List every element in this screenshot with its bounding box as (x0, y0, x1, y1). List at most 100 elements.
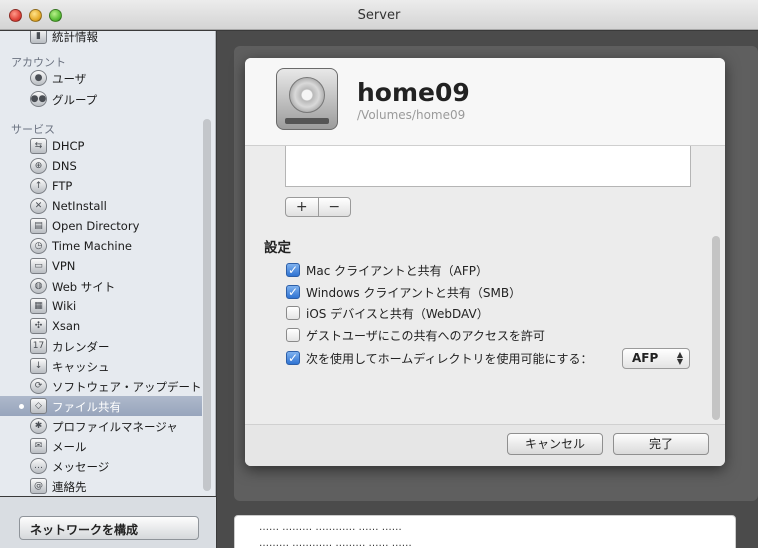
active-dot-icon (19, 404, 24, 409)
home-protocol-select[interactable]: AFP ▲ ▼ (622, 348, 690, 369)
volume-name: home09 (357, 78, 470, 107)
sidebar-header-services: サービス (11, 123, 55, 136)
background-text-line: …… ……… ………… …… …… (259, 522, 402, 533)
file-sharing-icon: ◇ (30, 398, 47, 414)
wiki-icon: ▦ (30, 298, 47, 314)
title-bar: Server (0, 0, 758, 30)
sidebar-item-label: DNS (52, 159, 77, 173)
sidebar-item-wiki[interactable]: ▦ Wiki (0, 296, 202, 316)
sidebar-item-websites[interactable]: ◍ Web サイト (0, 276, 202, 296)
updown-arrows-icon: ▲ ▼ (676, 350, 683, 366)
sidebar-item-users[interactable]: ● ユーザ (0, 68, 202, 88)
sidebar-item-label: キャッシュ (52, 360, 110, 374)
vpn-icon: ▭ (30, 258, 47, 274)
sidebar-item-label: プロファイルマネージャ (52, 420, 178, 434)
sidebar-item-label: NetInstall (52, 199, 107, 213)
sidebar-item-label: VPN (52, 259, 76, 273)
add-remove-control: + − (285, 197, 351, 217)
caching-icon: ↓ (30, 358, 47, 374)
checkbox-checked-icon[interactable]: ✓ (286, 285, 300, 299)
profile-manager-icon: ✱ (30, 418, 47, 434)
checkbox-checked-icon[interactable]: ✓ (286, 263, 300, 277)
sidebar-item-label: メッセージ (52, 460, 110, 474)
sidebar-item-dhcp[interactable]: ⇆ DHCP (0, 136, 202, 156)
configure-network-button[interactable]: ネットワークを構成 (19, 516, 199, 540)
sidebar-item-label: ユーザ (52, 72, 87, 86)
globe-icon: ◍ (30, 278, 47, 294)
sidebar-item-ftp[interactable]: ↑ FTP (0, 176, 202, 196)
group-icon: ●● (30, 91, 47, 107)
user-icon: ● (30, 70, 47, 86)
dns-icon: ⊕ (30, 158, 47, 174)
option-label: 次を使用してホームディレクトリを使用可能にする： (306, 351, 593, 366)
sidebar-item-label: ファイル共有 (52, 400, 121, 414)
option-label: ゲストユーザにこの共有へのアクセスを許可 (306, 328, 545, 343)
sidebar-item-label: グループ (52, 93, 98, 107)
sidebar-item-label: Time Machine (52, 239, 132, 253)
sheet-header: home09 /Volumes/home09 (245, 58, 725, 146)
checkbox-unchecked-icon[interactable] (286, 328, 300, 342)
open-directory-icon: ▤ (30, 218, 47, 234)
ftp-icon: ↑ (30, 178, 47, 194)
home-protocol-value: AFP (632, 351, 659, 365)
remove-button[interactable]: − (317, 198, 351, 216)
sidebar-item-groups[interactable]: ●● グループ (0, 89, 202, 109)
stats-icon: ▮ (30, 31, 47, 44)
sidebar-item-netinstall[interactable]: ✕ NetInstall (0, 196, 202, 216)
volume-path: /Volumes/home09 (357, 108, 466, 122)
sidebar-item-xsan[interactable]: ✣ Xsan (0, 316, 202, 336)
option-label: iOS デバイスと共有（WebDAV） (306, 306, 489, 321)
sidebar-item-software-update[interactable]: ⟳ ソフトウェア・アップデート (0, 376, 202, 396)
option-smb[interactable]: ✓ Windows クライアントと共有（SMB） (286, 283, 521, 301)
sidebar-item-vpn[interactable]: ▭ VPN (0, 256, 202, 276)
option-guest-access[interactable]: ゲストユーザにこの共有へのアクセスを許可 (286, 326, 545, 344)
option-webdav[interactable]: iOS デバイスと共有（WebDAV） (286, 304, 489, 322)
option-label: Windows クライアントと共有（SMB） (306, 285, 522, 300)
sidebar-item-contacts[interactable]: @ 連絡先 (0, 476, 202, 496)
option-label: Mac クライアントと共有（AFP） (306, 263, 488, 278)
sidebar-item-caching[interactable]: ↓ キャッシュ (0, 356, 202, 376)
sidebar-item-label: カレンダー (52, 340, 110, 354)
messages-icon: … (30, 458, 47, 474)
sidebar-item-label: Open Directory (52, 219, 140, 233)
window-title: Server (357, 8, 401, 23)
netinstall-icon: ✕ (30, 198, 47, 214)
sidebar-item-label: Wiki (52, 299, 77, 313)
cancel-button[interactable]: キャンセル (507, 433, 603, 455)
option-home-directories[interactable]: ✓ 次を使用してホームディレクトリを使用可能にする： (286, 349, 593, 367)
sidebar-item-file-sharing[interactable]: ◇ ファイル共有 (0, 396, 202, 416)
checkbox-checked-icon[interactable]: ✓ (286, 351, 300, 365)
permissions-list[interactable] (285, 146, 691, 187)
sidebar-item-time-machine[interactable]: ◷ Time Machine (0, 236, 202, 256)
add-button[interactable]: + (286, 198, 318, 216)
share-settings-sheet: home09 /Volumes/home09 + − 設定 ✓ Mac クライア… (245, 58, 725, 466)
sidebar-item-label: ソフトウェア・アップデート (52, 380, 202, 394)
background-description: …… ……… ………… …… …… ……… ………… ……… …… …… (234, 515, 736, 548)
software-update-icon: ⟳ (30, 378, 47, 394)
checkbox-unchecked-icon[interactable] (286, 306, 300, 320)
xsan-icon: ✣ (30, 318, 47, 334)
sheet-footer: キャンセル 完了 (245, 424, 725, 466)
dhcp-icon: ⇆ (30, 138, 47, 154)
option-afp[interactable]: ✓ Mac クライアントと共有（AFP） (286, 261, 488, 279)
sidebar-item-label: Web サイト (52, 280, 116, 294)
sidebar-item-label: FTP (52, 179, 73, 193)
settings-title: 設定 (264, 240, 291, 256)
sidebar-item-label: DHCP (52, 139, 85, 153)
sidebar-item-dns[interactable]: ⊕ DNS (0, 156, 202, 176)
background-text-line: ……… ………… ……… …… …… (259, 538, 412, 548)
sidebar-item-messages[interactable]: … メッセージ (0, 456, 202, 476)
sidebar-item-open-directory[interactable]: ▤ Open Directory (0, 216, 202, 236)
sidebar-item-mail[interactable]: ✉ メール (0, 436, 202, 456)
sidebar-item-profile-manager[interactable]: ✱ プロファイルマネージャ (0, 416, 202, 436)
sidebar-item-label: 統計情報 (52, 31, 98, 44)
done-button[interactable]: 完了 (613, 433, 709, 455)
sidebar-item-stats[interactable]: ▮ 統計情報 (0, 31, 202, 46)
calendar-icon: 17 (30, 338, 47, 354)
sidebar-item-calendar[interactable]: 17 カレンダー (0, 336, 202, 356)
sidebar-scrollbar[interactable] (203, 119, 211, 491)
sidebar-item-label: メール (52, 440, 87, 454)
mail-icon: ✉ (30, 438, 47, 454)
sheet-scrollbar[interactable] (712, 236, 720, 420)
sidebar-item-label: Xsan (52, 319, 81, 333)
